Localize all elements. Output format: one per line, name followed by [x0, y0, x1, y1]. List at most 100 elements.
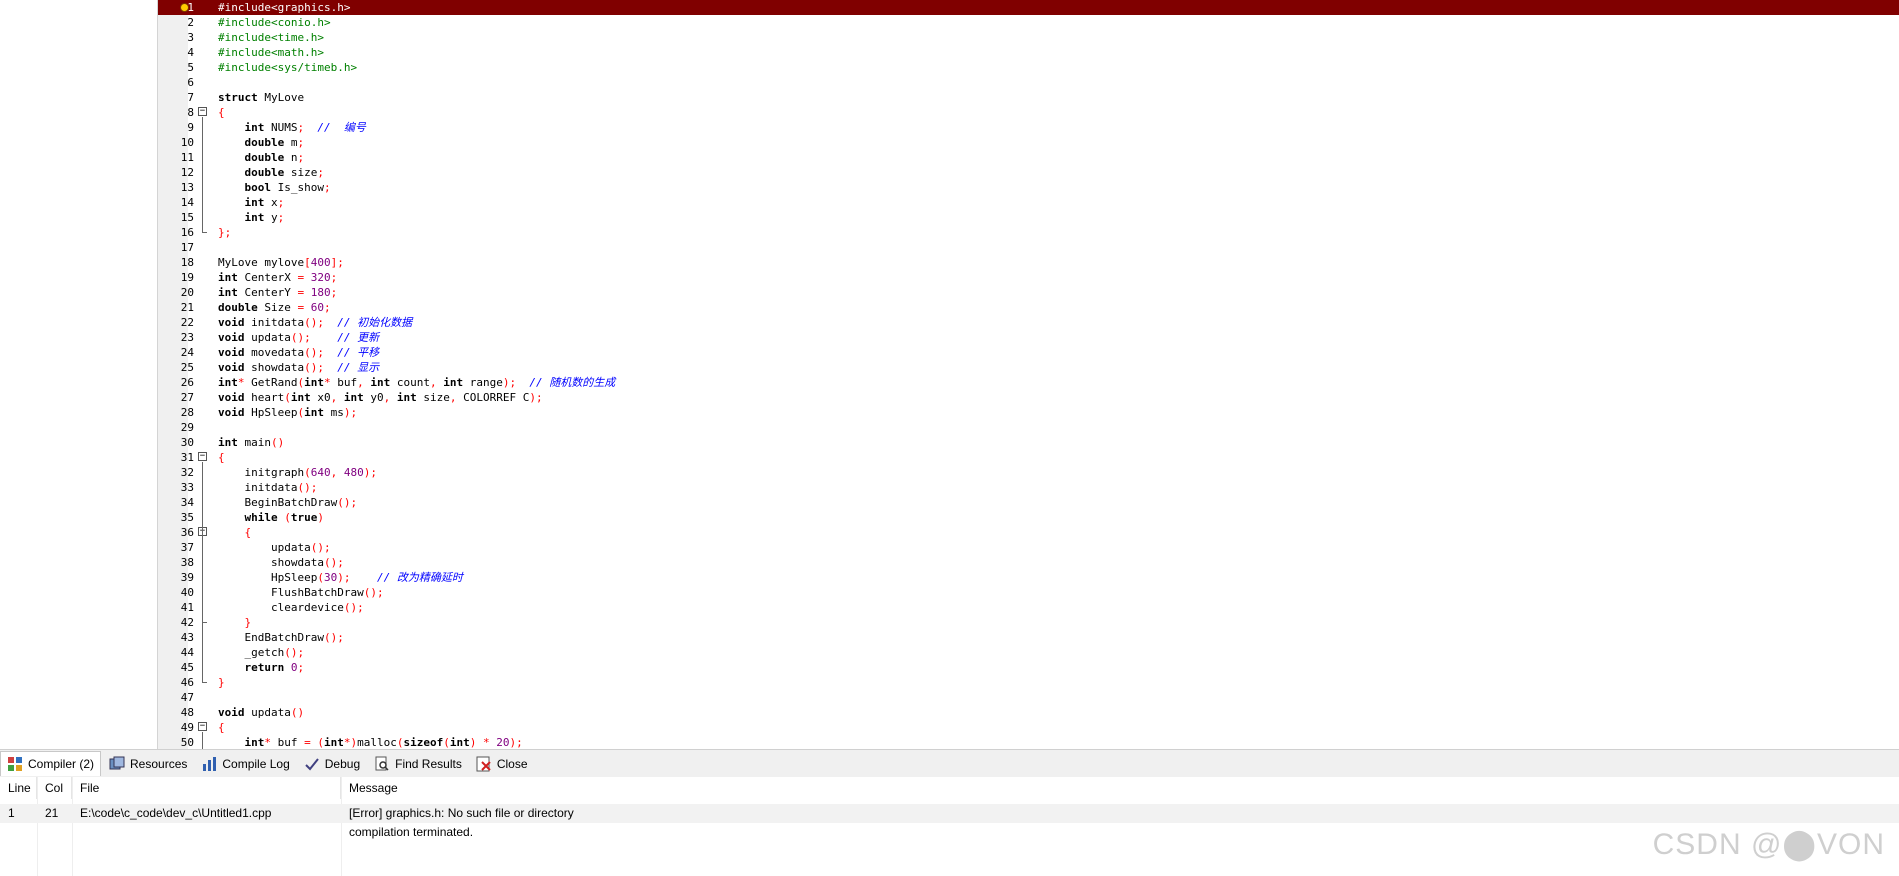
code-line[interactable]: 17 — [158, 240, 1899, 255]
code-line[interactable]: 33 initdata(); — [158, 480, 1899, 495]
code-line[interactable]: 40 FlushBatchDraw(); — [158, 585, 1899, 600]
code-line[interactable]: 37 updata(); — [158, 540, 1899, 555]
watermark: CSDN @⬤VON — [1652, 828, 1885, 861]
tab-resources[interactable]: Resources — [103, 752, 193, 776]
project-browser-panel[interactable] — [0, 0, 158, 749]
code-line[interactable]: 50 int* buf = (int*)malloc(sizeof(int) *… — [158, 735, 1899, 749]
code-line[interactable]: 16}; — [158, 225, 1899, 240]
tab-compile-log[interactable]: Compile Log — [195, 752, 295, 776]
line-number: 14 — [180, 196, 194, 209]
line-number: 12 — [180, 166, 194, 179]
code-line[interactable]: 6 — [158, 75, 1899, 90]
code-line[interactable]: 19 int CenterX = 320; — [158, 270, 1899, 285]
line-number: 11 — [180, 151, 194, 164]
code-line[interactable]: 48 void updata() — [158, 705, 1899, 720]
table-row[interactable]: 1 21 E:\code\c_code\dev_c\Untitled1.cpp … — [0, 804, 1899, 823]
line-number: 34 — [180, 496, 194, 509]
code-text: cleardevice(); — [218, 601, 364, 614]
code-editor[interactable]: 1 #include<graphics.h> 2 #include<conio.h> 3… — [158, 0, 1899, 749]
code-line[interactable]: 28 void HpSleep(int ms); — [158, 405, 1899, 420]
code-line[interactable]: 23 void updata(); // 更新 — [158, 330, 1899, 345]
code-line[interactable]: 21 double Size = 60; — [158, 300, 1899, 315]
code-line[interactable]: 12 double size; — [158, 165, 1899, 180]
code-line[interactable]: 22 void initdata(); // 初始化数据 — [158, 315, 1899, 330]
code-line[interactable]: 34 BeginBatchDraw(); — [158, 495, 1899, 510]
fold-toggle-icon[interactable]: − — [198, 452, 207, 461]
code-line[interactable]: 8− { — [158, 105, 1899, 120]
code-line[interactable]: 25 void showdata(); // 显示 — [158, 360, 1899, 375]
fold-guide — [202, 117, 203, 232]
column-header-col[interactable]: Col — [37, 777, 72, 799]
code-line[interactable]: 38 showdata(); — [158, 555, 1899, 570]
code-line[interactable]: 31− { — [158, 450, 1899, 465]
code-line[interactable]: 14 int x; — [158, 195, 1899, 210]
code-line[interactable]: 5 #include<sys/timeb.h> — [158, 60, 1899, 75]
code-line[interactable]: 49− { — [158, 720, 1899, 735]
line-number: 48 — [180, 706, 194, 719]
code-line[interactable]: 32 initgraph(640, 480); — [158, 465, 1899, 480]
line-number: 9 — [187, 121, 194, 134]
code-line[interactable]: 18 MyLove mylove[400]; — [158, 255, 1899, 270]
column-header-message[interactable]: Message — [341, 777, 1899, 799]
line-number: 7 — [187, 91, 194, 104]
tab-debug[interactable]: Debug — [298, 752, 366, 776]
code-line[interactable]: 2 #include<conio.h> — [158, 15, 1899, 30]
tab-close[interactable]: Close — [470, 752, 534, 776]
code-line[interactable]: 11 double n; — [158, 150, 1899, 165]
code-text: void showdata(); // 显示 — [218, 361, 380, 374]
code-line[interactable]: 13 bool Is_show; — [158, 180, 1899, 195]
code-text: initgraph(640, 480); — [218, 466, 377, 479]
code-line[interactable]: 10 double m; — [158, 135, 1899, 150]
code-text: }; — [218, 226, 232, 239]
code-line[interactable]: 3 #include<time.h> — [158, 30, 1899, 45]
line-number: 4 — [187, 46, 194, 59]
code-line[interactable]: 15 int y; — [158, 210, 1899, 225]
code-line[interactable]: 30 int main() — [158, 435, 1899, 450]
tab-compiler[interactable]: Compiler (2) — [0, 751, 102, 776]
code-text: int y; — [218, 211, 285, 224]
code-text: void updata() — [218, 706, 305, 719]
code-line[interactable]: 9 int NUMS; // 编号 — [158, 120, 1899, 135]
compiler-messages-table: Line Col File Message 1 21 E:\code\c_cod… — [0, 777, 1899, 876]
code-line[interactable]: 35 while (true) — [158, 510, 1899, 525]
code-line[interactable]: 4 #include<math.h> — [158, 45, 1899, 60]
line-number: 19 — [180, 271, 194, 284]
code-line[interactable]: 47 — [158, 690, 1899, 705]
code-line[interactable]: 36− { — [158, 525, 1899, 540]
column-header-line[interactable]: Line — [0, 777, 37, 799]
code-text: HpSleep(30); // 改为精确延时 — [218, 571, 463, 584]
column-header-file[interactable]: File — [72, 777, 341, 799]
code-line[interactable]: 1 #include<graphics.h> — [158, 0, 1899, 15]
code-line[interactable]: 45 return 0; — [158, 660, 1899, 675]
fold-toggle-icon[interactable]: − — [198, 107, 207, 116]
line-number: 45 — [180, 661, 194, 674]
tab-label: Debug — [324, 756, 361, 771]
code-line[interactable]: 7 struct MyLove — [158, 90, 1899, 105]
line-number: 41 — [180, 601, 194, 614]
code-line[interactable]: 43 EndBatchDraw(); — [158, 630, 1899, 645]
code-text: int main() — [218, 436, 285, 449]
line-number: 28 — [180, 406, 194, 419]
line-number: 44 — [180, 646, 194, 659]
code-text: void movedata(); // 平移 — [218, 346, 380, 359]
line-number: 16 — [180, 226, 194, 239]
line-number: 20 — [180, 286, 194, 299]
code-line[interactable]: 41 cleardevice(); — [158, 600, 1899, 615]
table-row[interactable]: compilation terminated. — [0, 823, 1899, 842]
line-number: 36 — [180, 526, 194, 539]
code-line[interactable]: 42 } — [158, 615, 1899, 630]
code-text: return 0; — [218, 661, 305, 674]
code-line[interactable]: 46} — [158, 675, 1899, 690]
code-line[interactable]: 20 int CenterY = 180; — [158, 285, 1899, 300]
code-line[interactable]: 24 void movedata(); // 平移 — [158, 345, 1899, 360]
code-line[interactable]: 39 HpSleep(30); // 改为精确延时 — [158, 570, 1899, 585]
code-line[interactable]: 27 void heart(int x0, int y0, int size, C… — [158, 390, 1899, 405]
tab-label: Close — [496, 756, 528, 771]
fold-toggle-icon[interactable]: − — [198, 722, 207, 731]
tab-label: Find Results — [395, 756, 462, 771]
code-line[interactable]: 44 _getch(); — [158, 645, 1899, 660]
tab-find-results[interactable]: Find Results — [368, 752, 468, 776]
code-line[interactable]: 26 int* GetRand(int* buf, int count, int … — [158, 375, 1899, 390]
code-line[interactable]: 29 — [158, 420, 1899, 435]
code-text: #include<graphics.h> — [218, 1, 351, 14]
